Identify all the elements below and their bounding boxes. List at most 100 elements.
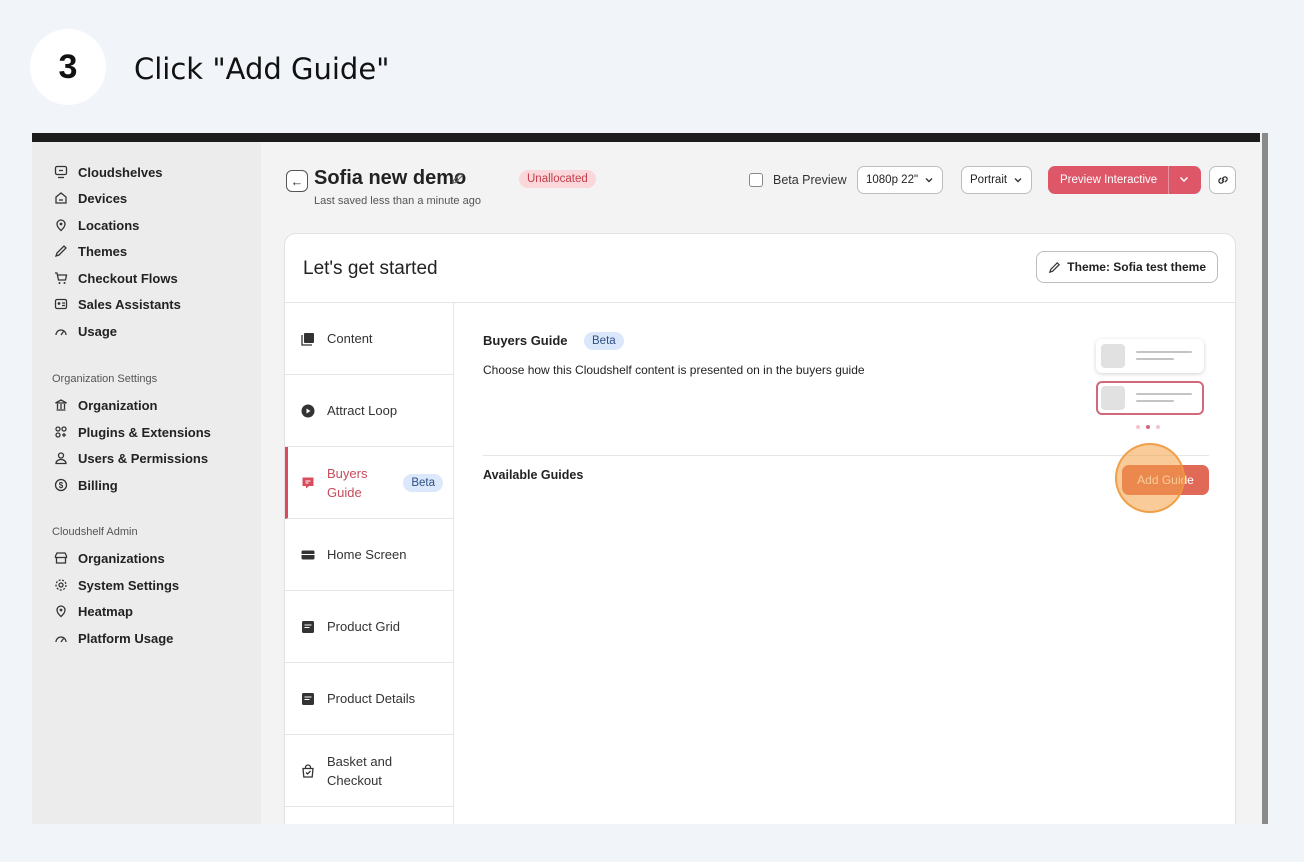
tab-label: Home Screen [327, 547, 407, 562]
orientation-select-value: Portrait [970, 174, 1008, 186]
sidebar-item-organizations[interactable]: Organizations [52, 549, 165, 567]
edit-title-pencil-icon[interactable] [451, 171, 465, 188]
document-icon [301, 620, 315, 634]
sidebar-item-devices[interactable]: Devices [52, 189, 127, 207]
tab-label-line: Guide [327, 484, 362, 500]
sidebar-item-usage[interactable]: Usage [52, 322, 117, 340]
tab-basket-checkout[interactable]: Basket and Checkout [285, 735, 454, 807]
sidebar-item-label: Organization [78, 397, 158, 413]
arrow-left-icon: ← [290, 173, 304, 189]
step-number-badge: 3 [30, 29, 106, 105]
beta-preview-checkbox[interactable] [749, 173, 763, 187]
sidebar-item-label: Devices [78, 190, 128, 206]
theme-button[interactable]: Theme: Sofia test theme [1036, 251, 1218, 283]
app-screenshot-frame: Cloudshelves Devices Locations Themes Ch… [32, 133, 1268, 824]
sidebar-item-label: Checkout Flows [78, 270, 178, 286]
preview-interactive-button[interactable]: Preview Interactive [1048, 166, 1201, 194]
plugin-icon [52, 425, 70, 439]
gauge-icon [52, 324, 70, 338]
chevron-down-icon [1014, 178, 1022, 183]
screen-icon [301, 548, 315, 562]
sidebar-item-users-permissions[interactable]: Users & Permissions [52, 449, 208, 467]
tab-content[interactable]: Content [285, 303, 454, 375]
tab-label: Content [327, 331, 373, 346]
location-pin-icon [52, 218, 70, 232]
cloudshelves-icon [52, 165, 70, 179]
gear-icon [52, 578, 70, 592]
back-button[interactable]: ← [286, 170, 308, 192]
user-icon [52, 451, 70, 465]
tab-label-line: Checkout [327, 772, 382, 788]
available-guides-label: Available Guides [483, 468, 584, 482]
sidebar-item-billing[interactable]: $ Billing [52, 476, 118, 494]
sidebar-item-sales-assistants[interactable]: Sales Assistants [52, 295, 181, 313]
cart-icon [52, 271, 70, 285]
chevron-down-icon[interactable] [1177, 172, 1191, 186]
sidebar-item-heatmap[interactable]: Heatmap [52, 602, 133, 620]
resolution-select-value: 1080p 22" [866, 174, 919, 186]
sidebar-item-system-settings[interactable]: System Settings [52, 576, 179, 594]
scrollbar[interactable] [1262, 133, 1268, 824]
sidebar-item-label: System Settings [78, 577, 180, 593]
gallery-icon [301, 332, 315, 346]
link-icon [1217, 176, 1228, 184]
tab-label: Attract Loop [327, 403, 398, 418]
sidebar-item-label: Themes [78, 243, 128, 259]
sidebar-item-themes[interactable]: Themes [52, 242, 127, 260]
brush-icon [52, 244, 70, 258]
sidebar-item-plugins-extensions[interactable]: Plugins & Extensions [52, 423, 211, 441]
sidebar-section-organization-settings: Organization Settings [52, 373, 158, 385]
beta-badge: Beta [584, 332, 624, 350]
window-top-bar [32, 133, 1260, 142]
sidebar-item-organization[interactable]: Organization [52, 396, 157, 414]
tab-label-line: Buyers [327, 465, 368, 481]
tab-label-line: Basket and [327, 753, 393, 769]
divider [483, 455, 1209, 456]
carousel-dots [1136, 425, 1160, 429]
sidebar-item-label: Sales Assistants [78, 296, 181, 312]
tab-buyers-guide[interactable]: Buyers Guide Beta [285, 447, 454, 519]
section-description: Choose how this Cloudshelf content is pr… [483, 363, 865, 377]
sidebar: Cloudshelves Devices Locations Themes Ch… [32, 142, 261, 824]
id-card-icon [52, 297, 70, 311]
sidebar-item-label: Plugins & Extensions [78, 424, 211, 440]
sidebar-item-label: Platform Usage [78, 630, 174, 646]
beta-preview-label: Beta Preview [773, 173, 847, 187]
section-title: Buyers Guide [483, 333, 568, 348]
tab-product-details[interactable]: Product Details [285, 663, 454, 735]
sidebar-item-platform-usage[interactable]: Platform Usage [52, 629, 173, 647]
brush-icon [1049, 261, 1061, 273]
tab-home-screen[interactable]: Home Screen [285, 519, 454, 591]
tab-label: Product Grid [327, 619, 400, 634]
setup-card: Let's get started Theme: Sofia test them… [284, 233, 1236, 824]
buyers-guide-illustration [1096, 339, 1208, 435]
section-tabs: Content Attract Loop Buyers Guide Beta Ho… [285, 303, 454, 824]
sidebar-item-label: Usage [78, 323, 118, 339]
tab-attract-loop[interactable]: Attract Loop [285, 375, 454, 447]
sidebar-item-checkout-flows[interactable]: Checkout Flows [52, 269, 178, 287]
store-icon [52, 551, 70, 565]
tab-product-grid[interactable]: Product Grid [285, 591, 454, 663]
theme-button-label: Theme: Sofia test theme [1067, 260, 1206, 274]
tab-label: Buyers Guide [327, 464, 367, 502]
sidebar-section-cloudshelf-admin: Cloudshelf Admin [52, 526, 138, 538]
bank-icon [52, 398, 70, 412]
svg-text:$: $ [59, 481, 64, 490]
chat-icon [301, 476, 315, 490]
location-pin-icon [52, 604, 70, 618]
sidebar-item-locations[interactable]: Locations [52, 216, 139, 234]
page-title: Sofia new demo [314, 167, 467, 189]
orientation-select[interactable]: Portrait [961, 166, 1033, 194]
illustration-card [1096, 339, 1204, 373]
main-area: ← Sofia new demo Unallocated Last saved … [261, 142, 1260, 824]
resolution-select[interactable]: 1080p 22" [857, 166, 944, 194]
sidebar-item-label: Heatmap [78, 603, 133, 619]
document-icon [301, 692, 315, 706]
copy-link-button[interactable] [1209, 166, 1236, 194]
gauge-icon [52, 631, 70, 645]
sidebar-item-cloudshelves[interactable]: Cloudshelves [52, 163, 163, 181]
tab-label: Product Details [327, 691, 416, 706]
tab-label: Basket and Checkout [327, 752, 392, 790]
buyers-guide-panel: Buyers Guide Beta Choose how this Clouds… [455, 303, 1235, 824]
add-guide-button[interactable]: Add Guide [1122, 465, 1209, 495]
